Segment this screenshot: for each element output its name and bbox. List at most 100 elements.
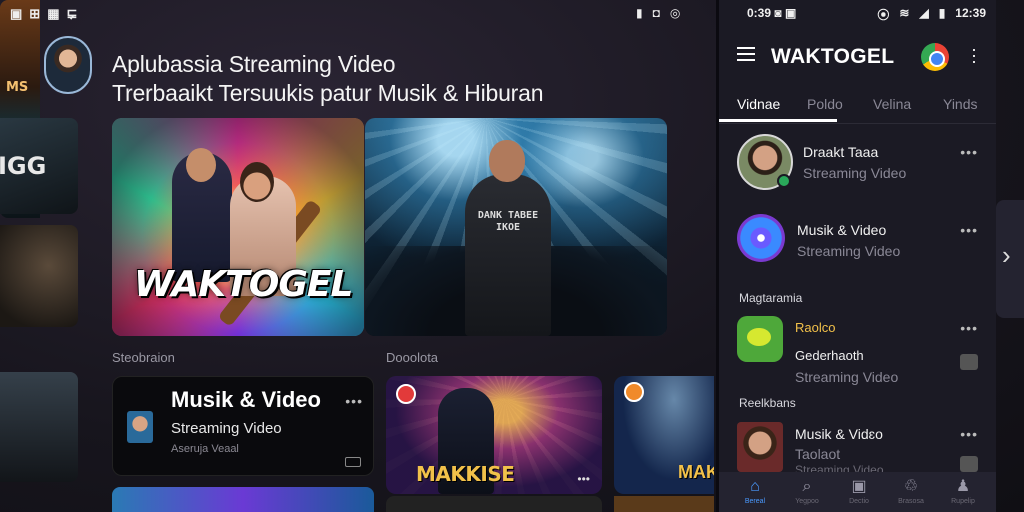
- tab-poldo[interactable]: Poldo: [807, 96, 843, 112]
- side-panel-handle[interactable]: ›: [996, 200, 1024, 318]
- tab-velina[interactable]: Velina: [873, 96, 911, 112]
- left-thumbnail-2[interactable]: [0, 225, 78, 327]
- chrome-icon[interactable]: [921, 43, 949, 71]
- musik-video-meta: Aseruja Veaal: [171, 443, 239, 455]
- chevron-right-icon: ›: [1002, 240, 1011, 270]
- nav-explore[interactable]: ♲ Brasosa: [889, 478, 933, 505]
- more-options-icon[interactable]: •••: [960, 144, 978, 160]
- kebab-menu-icon[interactable]: · · ·: [969, 40, 979, 70]
- search-icon: ⌕: [802, 478, 812, 495]
- section-header: Reelkbans: [739, 396, 796, 410]
- section-label-right: Dooolota: [386, 350, 439, 365]
- more-options-icon[interactable]: •••: [577, 472, 590, 486]
- library-icon: ▣: [851, 478, 867, 495]
- more-options-icon[interactable]: •••: [960, 426, 978, 442]
- list-item-subtitle: Streaming Video: [795, 369, 899, 385]
- makkise-card[interactable]: MAKKISE •••: [386, 376, 602, 494]
- status-icon-1: ▣: [10, 6, 23, 21]
- next-card-preview-3[interactable]: [614, 496, 714, 512]
- phone-status-right: ⦿ ≋ ◢ ▮ 12:39: [877, 6, 986, 23]
- nav-library[interactable]: ▣ Dectio: [837, 478, 881, 505]
- phone-status-left: 0:39 ◙ ▣: [747, 6, 796, 20]
- online-status-icon: [777, 174, 791, 188]
- hero-card-concert[interactable]: DANK TABEE IKOE: [365, 118, 667, 336]
- section-header: Magtaramia: [739, 291, 803, 305]
- more-options-icon[interactable]: •••: [960, 222, 978, 238]
- avatar: [737, 422, 783, 472]
- musik-video-title: Musik & Video: [171, 387, 321, 412]
- nav-home[interactable]: ⌂ Bereal: [733, 478, 777, 505]
- list-item[interactable]: Musik & Vidɛo Taolaot Streaming Video ••…: [719, 418, 996, 477]
- status-bar-mid: ▮ ◘ ◎: [636, 6, 680, 20]
- phone-clock: 12:39: [955, 6, 986, 20]
- nav-explore-label: Brasosa: [898, 498, 924, 505]
- hero-card-waktogel[interactable]: WAKTOGEL: [112, 118, 364, 336]
- hero-partial-text: MS: [6, 80, 29, 95]
- hamburger-menu-icon[interactable]: [737, 47, 755, 61]
- status-icon-3: ▦: [47, 6, 60, 21]
- nav-search[interactable]: ⌕ Yegpoo: [785, 478, 829, 505]
- left-thumbnail-1[interactable]: IGG: [0, 118, 78, 214]
- phone-status-icon-3: ⦿: [877, 8, 890, 22]
- headline-line-2: Trerbaaikt Tersuukis patur Musik & Hibur…: [112, 80, 544, 106]
- list-item-subtitle: Taolaot: [795, 446, 841, 462]
- musik-video-thumbnail: [127, 411, 153, 443]
- list-item-title: Musik & Vidɛo: [795, 426, 883, 442]
- page-headline: Aplubassia Streaming Video Trerbaaikt Te…: [112, 50, 544, 108]
- left-thumbnail-1-text: IGG: [0, 152, 47, 180]
- status-icon-4: ⋤: [66, 6, 78, 21]
- hero-brand-logo: WAKTOGEL: [134, 264, 353, 305]
- nav-home-label: Bereal: [744, 498, 766, 505]
- app-screen: ▣ ⊞ ▦ ⋤ ▮ ◘ ◎ Aplubassia Streaming Video…: [0, 0, 1024, 512]
- signal-icon: ◢: [919, 6, 929, 20]
- performer-head: [489, 140, 525, 182]
- list-item-subtitle: Streaming Video: [803, 165, 907, 181]
- phone-status-icon-1: ◙: [774, 6, 782, 20]
- musik-video-subtitle: Streaming Video: [171, 420, 282, 437]
- hero-guitarist-head: [240, 162, 274, 202]
- list-item-name: Gederhaoth: [795, 348, 864, 363]
- left-thumbnail-3[interactable]: [0, 372, 78, 482]
- next-card-preview-2[interactable]: [386, 496, 602, 512]
- section-label-left: Steobraion: [112, 350, 175, 365]
- tab-vidnae[interactable]: Vidnae: [737, 96, 780, 112]
- makkise-title: MAKKISE: [416, 462, 515, 486]
- list-item-title: Raolco: [795, 320, 836, 335]
- hero-singer-head: [186, 148, 216, 182]
- media-icon[interactable]: [960, 456, 978, 472]
- phone-panel: 0:39 ◙ ▣ ⦿ ≋ ◢ ▮ 12:39 WAKTOGEL · · · Vidn…: [716, 0, 996, 512]
- nav-profile[interactable]: ♟ Rupelip: [941, 478, 985, 505]
- profile-avatar[interactable]: [44, 36, 92, 94]
- status-icon-6: ◘: [652, 6, 660, 20]
- performer-body: [465, 174, 551, 336]
- list-item-title: Draakt Taaa: [803, 144, 879, 160]
- tab-yinds[interactable]: Yinds: [943, 96, 978, 112]
- phone-status-time-left: 0:39: [747, 6, 772, 20]
- performer-shirt-text: DANK TABEE IKOE: [477, 210, 539, 233]
- tab-indicator: [719, 119, 837, 122]
- live-badge-icon: [396, 384, 416, 404]
- caption-icon: [345, 457, 361, 467]
- nav-library-label: Dectio: [849, 498, 869, 505]
- battery-icon: ▮: [938, 6, 946, 20]
- list-item[interactable]: Draakt Taaa Streaming Video •••: [719, 132, 996, 198]
- musik-video-card[interactable]: Musik & Video Streaming Video Aseruja Ve…: [112, 376, 374, 476]
- list-item[interactable]: Musik & Video Streaming Video •••: [719, 210, 996, 270]
- bottom-navigation: ⌂ Bereal ⌕ Yegpoo ▣ Dectio ♲ Brasosa ♟ R…: [719, 472, 996, 512]
- mak-card-partial[interactable]: MAK: [614, 376, 714, 494]
- next-card-preview[interactable]: [112, 487, 374, 512]
- explore-icon: ♲: [903, 478, 919, 495]
- mak-title: MAK: [678, 462, 714, 482]
- status-icon-7: ◎: [669, 6, 681, 20]
- more-options-icon[interactable]: •••: [345, 393, 363, 409]
- more-options-icon[interactable]: •••: [960, 320, 978, 336]
- live-badge-icon: [624, 382, 644, 402]
- nav-search-label: Yegpoo: [795, 498, 819, 505]
- chat-app-icon: [737, 316, 783, 362]
- media-icon[interactable]: [960, 354, 978, 370]
- home-icon: ⌂: [750, 478, 760, 495]
- list-item[interactable]: Raolco Gederhaoth Streaming Video •••: [719, 314, 996, 388]
- list-item-title: Musik & Video: [797, 222, 887, 238]
- app-title: WAKTOGEL: [771, 45, 895, 68]
- app-logo-icon: [737, 214, 785, 262]
